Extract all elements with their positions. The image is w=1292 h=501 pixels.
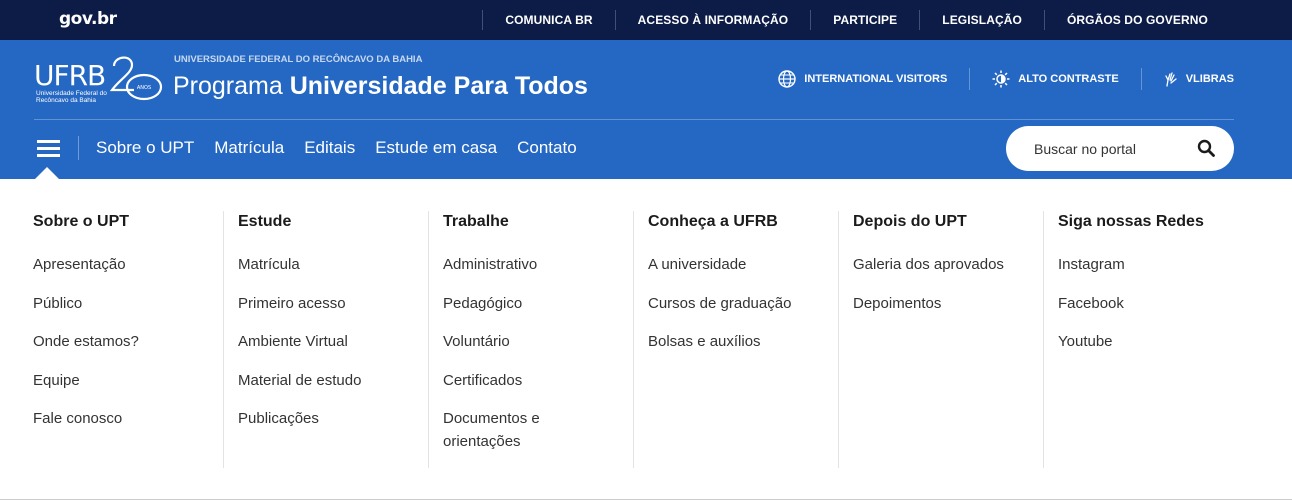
header-divider	[34, 119, 1234, 120]
menu-link[interactable]: Bolsas e auxílios	[648, 330, 853, 353]
high-contrast-button[interactable]: ALTO CONTRASTE	[970, 70, 1119, 88]
menu-link[interactable]: Público	[33, 292, 238, 315]
menu-link[interactable]: Publicações	[238, 407, 443, 430]
govbr-link-acesso-informacao[interactable]: ACESSO À INFORMAÇÃO	[616, 13, 811, 27]
globe-icon	[778, 70, 796, 88]
bottom-divider	[0, 499, 1292, 500]
menu-link[interactable]: Ambiente Virtual	[238, 330, 443, 353]
nav-item-contato[interactable]: Contato	[517, 138, 577, 158]
menu-column-title: Depois do UPT	[853, 213, 967, 230]
menu-link[interactable]: Cursos de graduação	[648, 292, 853, 315]
ufrb-logo[interactable]: UFRB Universidade Federal do Recôncavo d…	[34, 52, 170, 104]
university-name: UNIVERSIDADE FEDERAL DO RECÔNCAVO DA BAH…	[174, 54, 423, 65]
ufrb-subtitle: Universidade Federal do Recôncavo da Bah…	[36, 90, 107, 104]
menu-link[interactable]: Documentos e orientações	[443, 407, 563, 453]
menu-link[interactable]: Equipe	[33, 369, 238, 392]
govbr-link-legislacao[interactable]: LEGISLAÇÃO	[920, 13, 1044, 27]
govbr-links: COMUNICA BR ACESSO À INFORMAÇÃO PARTICIP…	[482, 0, 1230, 40]
column-divider	[428, 211, 429, 468]
menu-link[interactable]: Fale conosco	[33, 407, 238, 430]
program-title-prefix: Programa	[173, 72, 283, 100]
menu-link[interactable]: Depoimentos	[853, 292, 1058, 315]
govbr-link-participe[interactable]: PARTICIPE	[811, 13, 919, 27]
govbr-logo[interactable]: gov.br	[59, 9, 117, 29]
menu-link-instagram[interactable]: Instagram	[1058, 253, 1263, 276]
menu-column-redes: Siga nossas Redes Instagram Facebook You…	[1058, 211, 1263, 468]
menu-column-estude: Estude Matrícula Primeiro acesso Ambient…	[238, 211, 443, 468]
anniversary-unit: ANOS	[137, 85, 151, 91]
column-divider	[838, 211, 839, 468]
menu-link[interactable]: Primeiro acesso	[238, 292, 443, 315]
menu-column-sobre: Sobre o UPT Apresentação Público Onde es…	[33, 211, 238, 468]
mega-menu: Sobre o UPT Apresentação Público Onde es…	[0, 179, 1292, 500]
menu-column-title: Estude	[238, 213, 292, 230]
ufrb-subtitle-line1: Universidade Federal do	[36, 90, 107, 97]
divider	[78, 136, 79, 160]
column-divider	[633, 211, 634, 468]
search-icon[interactable]	[1197, 139, 1215, 162]
program-title[interactable]: Programa Universidade Para Todos	[173, 72, 588, 101]
international-visitors-button[interactable]: INTERNATIONAL VISITORS	[778, 70, 947, 88]
menu-link[interactable]: Administrativo	[443, 253, 628, 276]
menu-column-depois: Depois do UPT Galeria dos aprovados Depo…	[853, 211, 1058, 468]
menu-link-facebook[interactable]: Facebook	[1058, 292, 1263, 315]
search-input[interactable]	[1034, 138, 1194, 159]
menu-link[interactable]: Galeria dos aprovados	[853, 253, 1058, 276]
header-tools: INTERNATIONAL VISITORS ALTO CONTRASTE VL…	[778, 68, 1234, 90]
high-contrast-label: ALTO CONTRASTE	[1018, 73, 1119, 85]
govbr-link-orgaos[interactable]: ÓRGÃOS DO GOVERNO	[1045, 13, 1230, 27]
anniversary-20-icon: ANOS	[109, 56, 163, 101]
nav-item-sobre[interactable]: Sobre o UPT	[96, 138, 194, 158]
vlibras-label: VLIBRAS	[1185, 73, 1234, 85]
program-title-bold: Universidade Para Todos	[289, 72, 588, 100]
menu-column-trabalhe: Trabalhe Administrativo Pedagógico Volun…	[443, 211, 628, 468]
contrast-icon	[992, 70, 1010, 88]
menu-column-title: Conheça a UFRB	[648, 213, 778, 230]
main-nav: Sobre o UPT Matrícula Editais Estude em …	[96, 138, 577, 158]
menu-link[interactable]: Material de estudo	[238, 369, 443, 392]
menu-link[interactable]: Apresentação	[33, 253, 238, 276]
site-header: UFRB Universidade Federal do Recôncavo d…	[0, 40, 1292, 179]
govbr-link-comunica[interactable]: COMUNICA BR	[483, 13, 614, 27]
menu-open-caret-icon	[35, 167, 59, 179]
menu-link[interactable]: Pedagógico	[443, 292, 628, 315]
menu-column-conheca: Conheça a UFRB A universidade Cursos de …	[648, 211, 853, 468]
menu-link-youtube[interactable]: Youtube	[1058, 330, 1263, 353]
menu-link[interactable]: A universidade	[648, 253, 853, 276]
ufrb-letters: UFRB	[34, 59, 106, 92]
international-visitors-label: INTERNATIONAL VISITORS	[804, 73, 948, 85]
column-divider	[1043, 211, 1044, 468]
column-divider	[223, 211, 224, 468]
nav-item-matricula[interactable]: Matrícula	[214, 138, 284, 158]
menu-link[interactable]: Matrícula	[238, 253, 443, 276]
menu-column-title: Sobre o UPT	[33, 213, 130, 230]
nav-item-editais[interactable]: Editais	[304, 138, 355, 158]
search-box	[1006, 126, 1234, 171]
govbr-bar: gov.br COMUNICA BR ACESSO À INFORMAÇÃO P…	[0, 0, 1292, 40]
vlibras-button[interactable]: VLIBRAS	[1142, 71, 1234, 87]
menu-column-title: Siga nossas Redes	[1058, 213, 1204, 230]
menu-link[interactable]: Onde estamos?	[33, 330, 238, 353]
hamburger-menu-icon[interactable]	[37, 140, 60, 158]
sign-language-hand-icon	[1164, 71, 1178, 87]
ufrb-subtitle-line2: Recôncavo da Bahia	[36, 97, 96, 104]
nav-item-estude-em-casa[interactable]: Estude em casa	[375, 138, 497, 158]
menu-link[interactable]: Voluntário	[443, 330, 628, 353]
menu-link[interactable]: Certificados	[443, 369, 628, 392]
menu-column-title: Trabalhe	[443, 213, 509, 230]
